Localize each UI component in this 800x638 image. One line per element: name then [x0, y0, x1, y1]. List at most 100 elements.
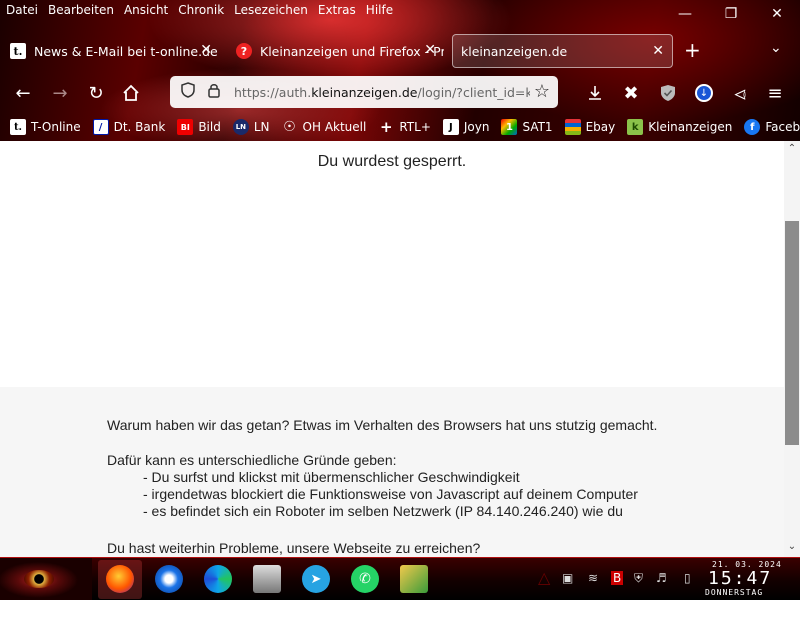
blank-area: [0, 600, 800, 638]
tab-close-icon[interactable]: ✕: [200, 42, 212, 58]
restore-icon: ❐: [724, 6, 738, 22]
download-helper-button[interactable]: ↓: [693, 82, 715, 104]
tray-security-icon[interactable]: B: [611, 571, 624, 585]
bild-icon: BI: [177, 119, 194, 135]
menu-bearbeiten[interactable]: Bearbeiten: [43, 0, 119, 20]
minimize-icon: —: [678, 6, 692, 22]
scroll-up-arrow-icon[interactable]: ⌃: [784, 143, 800, 157]
menu-bar: Datei Bearbeiten Ansicht Chronik Lesezei…: [0, 0, 393, 20]
new-tab-button[interactable]: +: [684, 38, 701, 62]
back-button[interactable]: ←: [12, 82, 34, 104]
tab-kleinanzeigen[interactable]: kleinanzeigen.de ✕: [452, 34, 673, 68]
tray-warning-icon[interactable]: △: [538, 568, 550, 587]
menu-lesezeichen[interactable]: Lesezeichen: [229, 0, 313, 20]
bookmark-sat1[interactable]: 1 SAT1: [501, 119, 553, 135]
page-scrollbar[interactable]: ⌃ ⌄: [784, 141, 800, 557]
firefox-icon[interactable]: [106, 565, 134, 593]
downloads-button[interactable]: [584, 82, 606, 104]
minimize-button[interactable]: —: [662, 0, 708, 28]
usb-drive-icon[interactable]: ▯: [684, 571, 691, 585]
tray-app-icon[interactable]: ▣: [562, 571, 573, 585]
wifi-icon[interactable]: ≋: [588, 571, 598, 585]
scroll-down-arrow-icon[interactable]: ⌄: [784, 541, 800, 555]
bookmark-t-online[interactable]: t. T-Online: [10, 119, 81, 135]
list-all-tabs-button[interactable]: ⌄: [770, 40, 782, 56]
app-menu-button[interactable]: ≡: [764, 82, 786, 104]
ln-icon: LN: [232, 119, 249, 135]
menu-chronik[interactable]: Chronik: [173, 0, 229, 20]
menu-datei[interactable]: Datei: [0, 0, 43, 20]
url-bar[interactable]: https://auth.kleinanzeigen.de/login/?cli…: [170, 76, 558, 108]
restore-button[interactable]: ❐: [708, 0, 754, 28]
whatsapp-icon[interactable]: ✆: [351, 565, 379, 593]
edge-icon[interactable]: [204, 565, 232, 593]
lock-icon[interactable]: [204, 82, 224, 102]
privacy-shield-button[interactable]: [657, 82, 679, 104]
tab-strip: t. News & E-Mail bei t-online.de | ✕ ? K…: [0, 32, 800, 68]
bookmark-label: RTL+: [399, 120, 431, 134]
reload-button[interactable]: ↻: [85, 82, 107, 104]
menu-hilfe[interactable]: Hilfe: [361, 0, 398, 20]
tracking-protection-shield-icon[interactable]: [178, 82, 198, 102]
bookmark-ebay[interactable]: Ebay: [564, 119, 615, 135]
t-online-icon: t.: [10, 119, 26, 135]
tab-close-icon[interactable]: ✕: [652, 43, 664, 59]
bookmark-label: Kleinanzeigen: [648, 120, 733, 134]
extension-x-button[interactable]: ✖: [620, 82, 642, 104]
arrow-right-icon: →: [52, 82, 68, 104]
scrollbar-thumb[interactable]: [785, 221, 799, 445]
bookmark-dt-bank[interactable]: / Dt. Bank: [92, 119, 165, 135]
reload-icon: ↻: [88, 82, 104, 104]
shield-check-icon: [661, 85, 675, 101]
close-icon: ✕: [771, 6, 783, 22]
menu-extras[interactable]: Extras: [313, 0, 361, 20]
ebay-icon: [564, 119, 581, 135]
tray-volume-icon[interactable]: ♬: [656, 571, 667, 585]
bookmark-joyn[interactable]: J Joyn: [442, 119, 489, 135]
tab-firefox-support[interactable]: ? Kleinanzeigen und Firefox - Pro ✕: [228, 34, 444, 68]
kleinanzeigen-icon: k: [627, 119, 644, 135]
reason-item: - es befindet sich ein Roboter im selben…: [143, 503, 623, 519]
thunderbird-icon[interactable]: [155, 565, 183, 593]
start-button[interactable]: [0, 558, 92, 601]
problems-text: Du hast weiterhin Probleme, unsere Webse…: [107, 540, 481, 556]
forward-button[interactable]: →: [49, 82, 71, 104]
bookmark-facebook[interactable]: f Facebook: [744, 119, 800, 135]
bookmark-bild[interactable]: BI Bild: [177, 119, 221, 135]
facebook-icon: f: [744, 119, 761, 135]
tab-close-icon[interactable]: ✕: [424, 42, 436, 58]
menu-ansicht[interactable]: Ansicht: [119, 0, 173, 20]
close-window-button[interactable]: ✕: [754, 0, 800, 28]
bookmark-oh-aktuell[interactable]: ☉ OH Aktuell: [282, 119, 366, 135]
clock-time[interactable]: 15:47: [708, 568, 772, 589]
hamburger-menu-icon: ≡: [767, 82, 783, 104]
tray-shield-icon[interactable]: ⛨: [634, 571, 643, 586]
firefox-support-icon: ?: [236, 43, 252, 59]
puzzle-icon: ⏿: [733, 82, 747, 104]
page-content: Du wurdest gesperrt. Warum haben wir das…: [0, 141, 784, 557]
home-icon: [123, 84, 139, 101]
bookmark-star-icon[interactable]: ☆: [534, 81, 550, 102]
bookmark-kleinanzeigen[interactable]: k Kleinanzeigen: [627, 119, 732, 135]
tab-label: News & E-Mail bei t-online.de |: [34, 43, 220, 59]
bookmark-rtl-plus[interactable]: + RTL+: [378, 118, 431, 136]
home-button[interactable]: [120, 82, 142, 104]
bookmark-ln[interactable]: LN LN: [232, 119, 270, 135]
why-text: Warum haben wir das getan? Etwas im Verh…: [107, 417, 658, 433]
tab-label: kleinanzeigen.de: [461, 43, 568, 59]
rtl-plus-icon: +: [380, 118, 393, 136]
telegram-icon[interactable]: ➤: [302, 565, 330, 593]
tab-t-online[interactable]: t. News & E-Mail bei t-online.de | ✕: [4, 34, 220, 68]
window-controls: — ❐ ✕: [662, 0, 800, 28]
browser-chrome: Datei Bearbeiten Ansicht Chronik Lesezei…: [0, 0, 800, 141]
download-circle-icon: ↓: [695, 84, 713, 102]
bookmark-label: Bild: [198, 120, 221, 134]
dragon-eye-icon: [24, 570, 54, 588]
url-text: https://auth.kleinanzeigen.de/login/?cli…: [234, 85, 530, 100]
clock-day[interactable]: DONNERSTAG: [705, 588, 763, 597]
user-manager-icon[interactable]: [400, 565, 428, 593]
scanner-icon[interactable]: [253, 565, 281, 593]
arrow-left-icon: ←: [15, 82, 31, 104]
navigation-bar: ← → ↻ https://auth.kleinanzeigen.de/logi…: [0, 74, 800, 112]
extensions-button[interactable]: ⏿: [729, 82, 751, 104]
